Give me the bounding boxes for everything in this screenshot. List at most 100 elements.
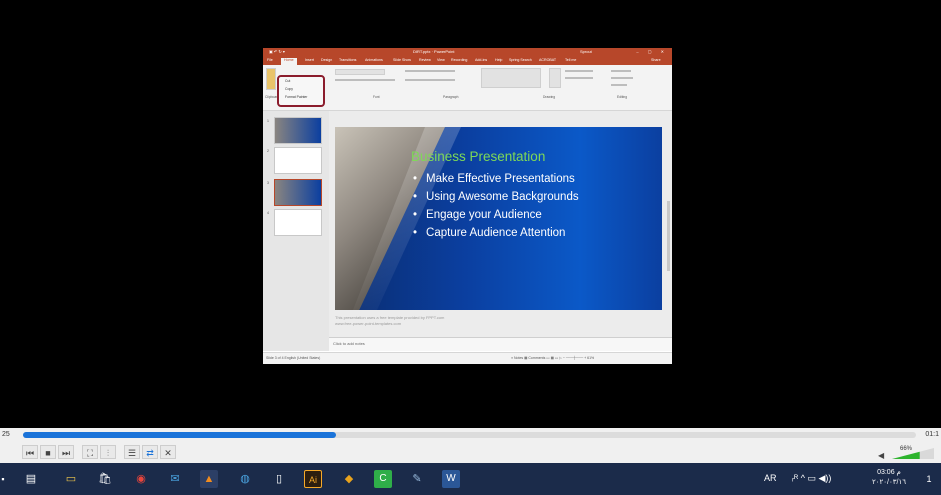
tab-design[interactable]: Design [321, 58, 332, 62]
slide-thumb-1[interactable] [274, 117, 322, 144]
slide-thumb-4[interactable] [274, 209, 322, 236]
clock[interactable]: 03:06 م ٢٠٢٠/٠٣/١٦ [872, 468, 906, 488]
slide-thumb-3[interactable] [274, 179, 322, 206]
slide-footnote: This presentation uses a free template p… [335, 315, 444, 327]
tab-acrobat[interactable]: ACROBAT [539, 58, 556, 62]
font-format-row[interactable] [335, 79, 395, 81]
ppt-title-bar: ▣ ↶ ↻ ▾ DIRT.pptx · PowerPoint Sprout – … [263, 48, 672, 57]
status-right[interactable]: ≡ Notes ▦ Comments ▭ ▦ ▭ ▷ − ───┼─── + 6… [511, 356, 594, 360]
tab-file[interactable]: File [267, 58, 273, 62]
ppt-window-title: DIRT.pptx · PowerPoint [413, 49, 455, 54]
footnote-line: www.free-power-point-templates.com [335, 321, 402, 326]
shape-fill[interactable] [565, 70, 593, 72]
slide-editor: Business Presentation Make Effective Pre… [329, 111, 672, 351]
tab-spring-search[interactable]: Spring Search [509, 58, 532, 62]
notes-pane[interactable]: Click to add notes [329, 337, 672, 351]
window-controls[interactable]: – ▢ ✕ [636, 49, 668, 54]
paste-icon[interactable] [266, 68, 276, 90]
paragraph-row-2[interactable] [405, 79, 455, 81]
bullet-item: Engage your Audience [413, 209, 579, 227]
tab-share[interactable]: Share [651, 58, 661, 62]
tray-icons[interactable]: ᵣᴿ ^ ▭ ◀)) [792, 473, 831, 484]
stop-icon[interactable]: ■ [40, 445, 56, 459]
slide-number: 1 [267, 119, 269, 123]
video-area[interactable]: ▣ ↶ ↻ ▾ DIRT.pptx · PowerPoint Sprout – … [0, 0, 941, 428]
clock-date: ٢٠٢٠/٠٣/١٦ [872, 479, 906, 486]
app2-icon[interactable]: ◆ [340, 470, 358, 488]
paragraph-row-1[interactable] [405, 70, 455, 72]
ppt-status-bar: Slide 3 of 4 English (United States) ≡ N… [263, 352, 672, 364]
replace-button[interactable] [611, 77, 633, 79]
tab-view[interactable]: View [437, 58, 445, 62]
fullscreen-icon[interactable]: ⛶ [82, 445, 98, 459]
seek-bar[interactable] [23, 432, 916, 438]
task-view-icon[interactable]: ▤ [22, 470, 40, 488]
shape-outline[interactable] [565, 77, 593, 79]
tab-home[interactable]: Home [281, 58, 297, 65]
bullet-item: Using Awesome Backgrounds [413, 191, 579, 209]
group-paragraph: Paragraph [443, 95, 459, 99]
powerpoint-window: ▣ ↶ ↻ ▾ DIRT.pptx · PowerPoint Sprout – … [263, 48, 672, 364]
notepad-icon[interactable]: ▯ [270, 470, 288, 488]
chrome-icon[interactable]: ◉ [132, 470, 150, 488]
svg-text:◀: ◀ [878, 451, 885, 460]
slide-number: 2 [267, 149, 269, 153]
media-player-controls: 25 01:1 ⏮ ■ ⏭ ⛶ ⫶ ☰ ⇄ ✕ 66% ◀ [0, 428, 941, 463]
cut-item[interactable]: Cut [285, 79, 290, 83]
word-icon[interactable]: W [442, 470, 460, 488]
copy-item[interactable]: Copy [285, 87, 293, 91]
format-painter-item[interactable]: Format Painter [285, 95, 307, 99]
slide-number: 4 [267, 211, 269, 215]
file-explorer-icon[interactable]: ▭ [62, 470, 80, 488]
slide-title: Business Presentation [411, 149, 546, 164]
ppt-user-name: Sprout [580, 49, 592, 54]
group-editing: Editing [617, 95, 628, 99]
paint-icon[interactable]: ✎ [408, 470, 426, 488]
store-icon[interactable]: 🛍 [96, 470, 114, 488]
tab-animations[interactable]: Animations [365, 58, 383, 62]
slide-number: 3 [267, 181, 269, 185]
total-time: 01:1 [925, 431, 939, 438]
current-slide[interactable]: Business Presentation Make Effective Pre… [335, 127, 662, 310]
equalizer-icon[interactable]: ⫶ [100, 445, 116, 459]
find-button[interactable] [611, 70, 631, 72]
quick-styles-icon[interactable] [549, 68, 561, 88]
notification-icon[interactable]: 1 [920, 470, 938, 488]
editor-scrollbar[interactable] [667, 201, 670, 271]
tab-help[interactable]: Help [495, 58, 502, 62]
tab-transitions[interactable]: Transitions [339, 58, 356, 62]
tab-recording[interactable]: Recording [451, 58, 467, 62]
loop-icon[interactable]: ⇄ [142, 445, 158, 459]
language-indicator[interactable]: AR [764, 473, 777, 483]
group-font: Font [373, 95, 380, 99]
bullet-item: Make Effective Presentations [413, 173, 579, 191]
clock-time: 03:06 م [877, 469, 901, 476]
slide-thumb-2[interactable] [274, 147, 322, 174]
tab-insert[interactable]: Insert [305, 58, 314, 62]
vlc-icon[interactable]: ▲ [200, 470, 218, 488]
previous-icon[interactable]: ⏮ [22, 445, 38, 459]
font-name-box[interactable] [335, 69, 385, 75]
playlist-icon[interactable]: ☰ [124, 445, 140, 459]
app-icon[interactable]: ◍ [236, 470, 254, 488]
illustrator-icon[interactable]: Ai [304, 470, 322, 488]
notes-placeholder: Click to add notes [333, 341, 365, 346]
shapes-gallery[interactable] [481, 68, 541, 88]
volume-slider[interactable]: ◀ [878, 446, 936, 460]
seek-progress [23, 432, 336, 438]
select-button[interactable] [611, 84, 627, 86]
windows-taskbar: ▪ ▤ ▭ 🛍 ◉ ✉ ▲ ◍ ▯ Ai ◆ C ✎ W AR ᵣᴿ ^ ▭ ◀… [0, 463, 941, 495]
clipboard-dropdown-highlight: Cut Copy Format Painter [277, 75, 325, 107]
bullet-item: Capture Audience Attention [413, 227, 579, 245]
start-icon[interactable]: ▪ [0, 470, 6, 488]
tab-slide-show[interactable]: Slide Show [393, 58, 411, 62]
camtasia-icon[interactable]: C [374, 470, 392, 488]
elapsed-time: 25 [2, 431, 10, 438]
shuffle-icon[interactable]: ✕ [160, 445, 176, 459]
mail-icon[interactable]: ✉ [166, 470, 184, 488]
tab-review[interactable]: Review [419, 58, 431, 62]
tab-add-ins[interactable]: Add-ins [475, 58, 487, 62]
quick-access-toolbar[interactable]: ▣ ↶ ↻ ▾ [269, 49, 285, 54]
tab-tell-me[interactable]: Tell me [565, 58, 576, 62]
next-icon[interactable]: ⏭ [58, 445, 74, 459]
